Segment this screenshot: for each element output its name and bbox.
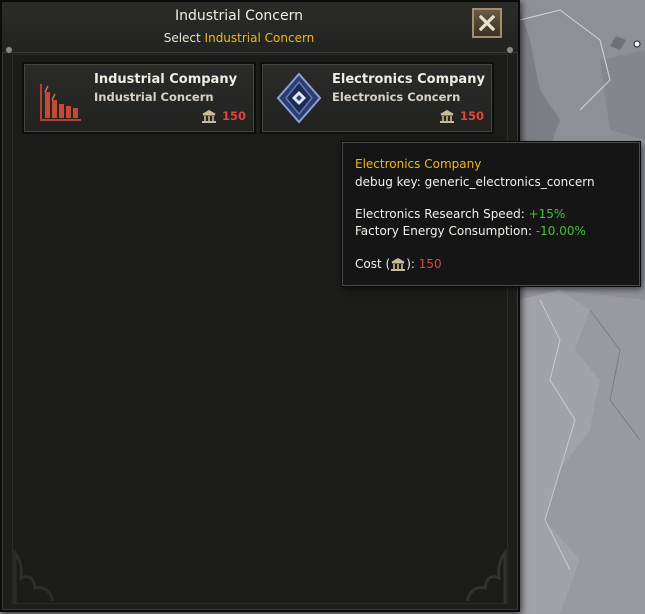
debug-label: debug key: xyxy=(355,175,425,189)
company-card-electronics[interactable]: Electronics Company Electronics Concern … xyxy=(260,62,494,134)
close-x-icon xyxy=(478,14,496,32)
company-name: Electronics Company xyxy=(332,72,485,87)
factory-chart-icon xyxy=(36,72,86,124)
cost-label-suffix: ): xyxy=(406,257,419,271)
corner-ornament-right xyxy=(465,548,507,603)
company-type: Electronics Concern xyxy=(332,90,461,104)
company-name: Industrial Company xyxy=(94,72,238,87)
dialog-header: Industrial Concern Select Industrial Con… xyxy=(2,2,518,53)
debug-key-value: generic_electronics_concern xyxy=(424,175,595,189)
subtitle-prefix: Select xyxy=(163,31,205,45)
frame-rivet xyxy=(506,46,514,54)
subtitle-highlight: Industrial Concern xyxy=(204,31,315,45)
frame-ornament xyxy=(13,543,73,603)
modifier-value: +15% xyxy=(528,207,566,221)
tooltip-debug-key: debug key: generic_electronics_concern xyxy=(355,175,595,189)
tooltip-cost: Cost (): 150 xyxy=(355,257,442,271)
cost-value: 150 xyxy=(459,109,484,123)
cost-value: 150 xyxy=(221,109,246,123)
political-power-building-icon xyxy=(391,258,406,271)
cost-label-prefix: Cost ( xyxy=(355,257,391,271)
company-cost: 150 xyxy=(201,109,246,123)
company-card-industrial[interactable]: Industrial Company Industrial Concern 15… xyxy=(22,62,256,134)
company-type: Industrial Concern xyxy=(94,90,214,104)
political-power-building-icon xyxy=(201,110,216,123)
tooltip-modifier-research: Electronics Research Speed: +15% xyxy=(355,207,565,221)
electronics-diamond-icon xyxy=(274,72,324,124)
political-power-building-icon xyxy=(439,110,454,123)
company-list-area xyxy=(12,54,508,604)
dialog-title: Industrial Concern xyxy=(174,8,304,24)
frame-rivet xyxy=(5,46,13,54)
dialog-subtitle: Select Industrial Concern xyxy=(2,31,476,45)
close-button[interactable] xyxy=(472,8,502,38)
tooltip-title: Electronics Company xyxy=(355,157,482,171)
corner-ornament-left xyxy=(13,548,55,603)
company-cost: 150 xyxy=(439,109,484,123)
company-tooltip: Electronics Company debug key: generic_e… xyxy=(342,142,640,286)
tooltip-cost-value: 150 xyxy=(418,257,442,271)
modifier-value: -10.00% xyxy=(535,224,586,238)
tooltip-modifier-energy: Factory Energy Consumption: -10.00% xyxy=(355,224,586,238)
modifier-label: Electronics Research Speed: xyxy=(355,207,529,221)
modifier-label: Factory Energy Consumption: xyxy=(355,224,536,238)
